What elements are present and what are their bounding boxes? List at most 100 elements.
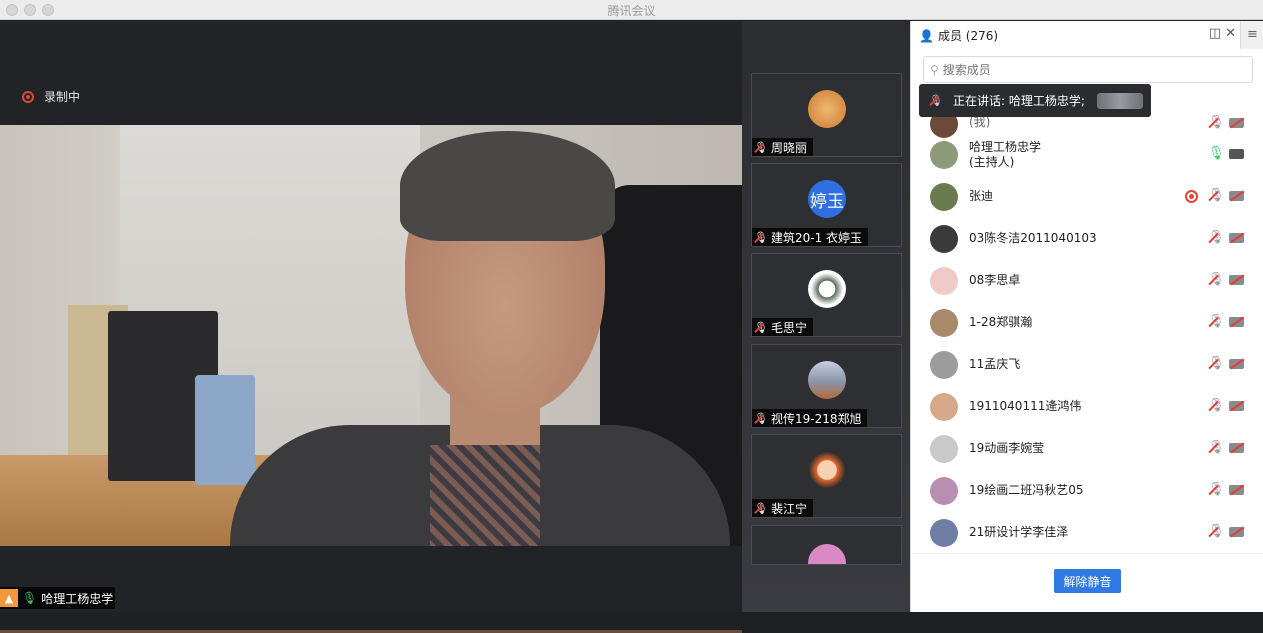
mic-muted-icon[interactable]: 🎙 (1208, 398, 1225, 413)
mic-muted-icon: 🎙 (754, 320, 768, 334)
landscape-avatar-icon (808, 361, 846, 399)
dog-avatar-icon (808, 90, 846, 128)
avatar (930, 267, 958, 295)
cartoon-boy-avatar-icon (808, 451, 846, 489)
member-name: 08李思卓 (969, 273, 1021, 287)
speaker-video[interactable] (0, 125, 742, 546)
camera-off-icon[interactable] (1229, 191, 1244, 201)
main-video-area[interactable]: 录制中 (0, 21, 742, 633)
panel-divider (911, 553, 1263, 554)
camera-off-icon[interactable] (1229, 233, 1244, 243)
panel-header-icons: ◫ ✕ (1209, 26, 1236, 41)
close-icon[interactable]: ✕ (1225, 26, 1236, 41)
member-role: (主持人) (969, 155, 1015, 169)
recording-label: 录制中 (44, 90, 81, 104)
video-speaker-hair (400, 131, 615, 241)
member-name: 03陈冬洁2011040103 (969, 231, 1097, 245)
member-row[interactable]: 19动画李婉莹 🎙 (911, 428, 1263, 470)
search-icon: ⚲ (930, 62, 939, 77)
avatar (930, 141, 958, 169)
mic-muted-icon[interactable]: 🎙 (1208, 356, 1225, 371)
window-title: 腾讯会议 (607, 4, 656, 18)
thumbnail-tile[interactable]: 🎙 周晓丽 (751, 73, 902, 157)
video-bag (195, 375, 255, 485)
thumbnail-tile[interactable]: 🎙 毛思宁 (751, 253, 902, 337)
thumbnail-tile[interactable]: 婷玉 🎙 建筑20-1 衣婷玉 (751, 163, 902, 247)
thumbnail-name: 裴江宁 (770, 501, 807, 516)
popout-icon[interactable]: ◫ (1209, 26, 1221, 41)
thumbnail-name: 毛思宁 (770, 320, 807, 335)
member-row[interactable]: 11孟庆飞 🎙 (911, 344, 1263, 386)
mic-muted-icon[interactable]: 🎙 (1208, 482, 1225, 497)
mic-muted-icon[interactable]: 🎙 (1208, 115, 1225, 130)
search-box[interactable]: ⚲ (923, 56, 1253, 83)
panel-title: 👤 成员 (276) (919, 27, 998, 44)
recording-indicator: 录制中 (22, 88, 80, 105)
member-row[interactable]: 哈理工杨忠学 (主持人) 🎙 (911, 134, 1263, 176)
camera-off-icon[interactable] (1229, 118, 1244, 128)
search-input[interactable] (942, 62, 1223, 77)
avatar (930, 351, 958, 379)
text-avatar: 婷玉 (808, 180, 846, 218)
member-row[interactable]: 03陈冬洁2011040103 🎙 (911, 218, 1263, 260)
mic-muted-icon[interactable]: 🎙 (1208, 230, 1225, 245)
camera-off-icon[interactable] (1229, 359, 1244, 369)
member-row[interactable]: 1-28郑骐瀚 🎙 (911, 302, 1263, 344)
thumbnail-label: 🎙 周晓丽 (752, 138, 813, 156)
title-bar: 腾讯会议 (0, 0, 1263, 20)
mic-on-icon[interactable]: 🎙 (1208, 146, 1225, 161)
camera-off-icon[interactable] (1229, 527, 1244, 537)
camera-off-icon[interactable] (1229, 275, 1244, 285)
cartoon-avatar-icon (808, 270, 846, 308)
avatar (808, 544, 846, 564)
member-name: 11孟庆飞 (969, 357, 1021, 371)
avatar (930, 393, 958, 421)
member-row[interactable]: 1911040111逄鸿伟 🎙 (911, 386, 1263, 428)
mic-muted-icon[interactable]: 🎙 (1208, 524, 1225, 539)
avatar (930, 309, 958, 337)
member-name: (我) (969, 115, 991, 129)
thumbnail-name: 周晓丽 (770, 140, 807, 155)
meeting-window: 腾讯会议 录制中 ▲ 🎙 哈理工杨忠学 🎙 周晓丽 婷玉 🎙 建筑20-1 衣婷… (0, 0, 1263, 633)
thumbnail-label: 🎙 建筑20-1 衣婷玉 (752, 228, 869, 246)
thumbnail-tile[interactable]: 🎙 视传19-218郑旭 (751, 344, 902, 428)
camera-off-icon[interactable] (1229, 485, 1244, 495)
mic-muted-icon[interactable]: 🎙 (1208, 188, 1225, 203)
speaking-label: 正在讲话: 哈理工杨忠学; (952, 94, 1085, 108)
thumbnail-tile-partial[interactable] (751, 525, 902, 565)
member-name: 19动画李婉莹 (969, 441, 1045, 455)
blurred-name (1096, 92, 1143, 109)
avatar (930, 183, 958, 211)
thumbnail-name: 视传19-218郑旭 (770, 411, 862, 426)
thumbnail-label: 🎙 裴江宁 (752, 499, 813, 517)
member-row[interactable]: 21研设计学李佳泽 🎙 (911, 512, 1263, 554)
member-row[interactable]: 张迪 🎙 (911, 176, 1263, 218)
panel-header: 👤 成员 (276) ◫ ✕ ≡ (911, 21, 1263, 49)
unmute-button[interactable]: 解除静音 (1054, 569, 1121, 593)
participant-thumbnails[interactable]: 🎙 周晓丽 婷玉 🎙 建筑20-1 衣婷玉 🎙 毛思宁 🎙 视传19-218郑旭 (742, 21, 910, 612)
member-name: 张迪 (969, 189, 994, 203)
mic-muted-icon: 🎙 (754, 501, 768, 515)
avatar (930, 477, 958, 505)
member-name-text: 哈理工杨忠学 (969, 140, 1042, 154)
member-name: 21研设计学李佳泽 (969, 525, 1069, 539)
record-icon (1185, 190, 1198, 203)
menu-icon[interactable]: ≡ (1240, 21, 1263, 49)
mic-muted-icon: 🎙 (754, 140, 768, 154)
mic-muted-icon[interactable]: 🎙 (1208, 314, 1225, 329)
mic-muted-icon: 🎙 (929, 94, 943, 107)
avatar (930, 435, 958, 463)
member-row[interactable]: 08李思卓 🎙 (911, 260, 1263, 302)
member-name: 1-28郑骐瀚 (969, 315, 1033, 329)
mic-muted-icon[interactable]: 🎙 (1208, 272, 1225, 287)
member-row[interactable]: 19绘画二班冯秋艺05 🎙 (911, 470, 1263, 512)
member-name: 哈理工杨忠学 (主持人) (969, 140, 1041, 170)
camera-off-icon[interactable] (1229, 317, 1244, 327)
thumbnail-label: 🎙 毛思宁 (752, 318, 813, 336)
camera-off-icon[interactable] (1229, 443, 1244, 453)
camera-off-icon[interactable] (1229, 401, 1244, 411)
thumbnail-tile[interactable]: 🎙 裴江宁 (751, 434, 902, 518)
avatar (930, 519, 958, 547)
mic-muted-icon[interactable]: 🎙 (1208, 440, 1225, 455)
camera-on-icon[interactable] (1229, 149, 1244, 159)
